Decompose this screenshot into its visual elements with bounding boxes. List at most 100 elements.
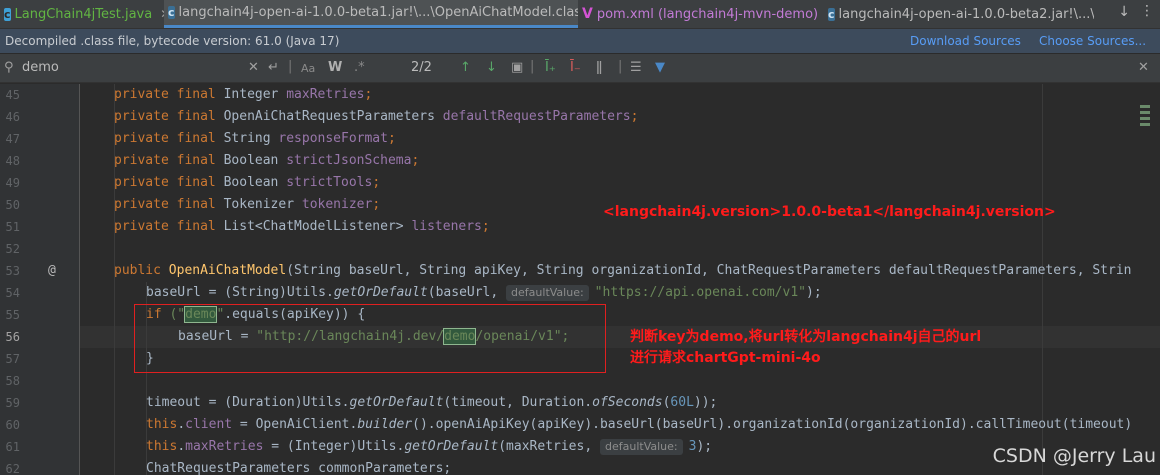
filter-options-icon[interactable]: ☰ xyxy=(630,60,642,75)
line-number: 62 xyxy=(5,462,20,475)
new-line-icon[interactable]: ↵ xyxy=(268,60,279,75)
tab-pom-xml[interactable]: V pom.xml (langchain4j-mvn-demo) ✕ xyxy=(578,0,824,28)
code-editor[interactable]: private final Integer maxRetries; privat… xyxy=(80,84,1160,475)
token-type: OpenAiChatRequestParameters xyxy=(223,109,443,124)
error-stripe-mark[interactable] xyxy=(1140,123,1150,126)
tab-list-dropdown-icon[interactable]: ↓ xyxy=(1118,4,1130,20)
error-stripe-mark[interactable] xyxy=(1140,111,1150,114)
download-sources-link[interactable]: Download Sources xyxy=(910,34,1021,48)
token-field: strictTools xyxy=(286,175,373,190)
note-annotation-line1: 判断key为demo,将url转化为langchain4j自己的url xyxy=(630,329,982,345)
line-number: 45 xyxy=(5,88,20,102)
token-punct: ; xyxy=(372,197,381,212)
find-in-selection-icon[interactable]: ▣ xyxy=(511,60,523,75)
code-line: baseUrl = (String)Utils.getOrDefault(bas… xyxy=(146,282,822,304)
token-text: . xyxy=(177,439,186,454)
token-keyword: final xyxy=(176,175,224,190)
token-type: List<ChatModelListener> xyxy=(223,219,412,234)
token-static-method: ofSeconds xyxy=(592,395,663,410)
token-punct: ; xyxy=(387,131,396,146)
token-keyword: final xyxy=(176,131,224,146)
select-all-occurrences-icon[interactable]: ǁ xyxy=(596,60,602,75)
token-field: client xyxy=(185,417,233,432)
add-selection-icon[interactable]: Ī₊ xyxy=(545,60,556,75)
token-punct: ; xyxy=(364,87,373,102)
line-number: 49 xyxy=(5,176,20,190)
regex-toggle[interactable]: .* xyxy=(354,60,365,75)
editor-tab-bar: c LangChain4jTest.java ✕ c langchain4j-o… xyxy=(0,0,1160,29)
token-text: timeout = (Duration)Utils. xyxy=(146,395,350,410)
parameter-hint: defaultValue: xyxy=(506,285,589,301)
token-field: listeners xyxy=(411,219,482,234)
token-static-method: getOrDefault xyxy=(349,395,444,410)
close-find-bar-icon[interactable]: ✕ xyxy=(1138,60,1149,75)
token-punct: ; xyxy=(411,153,420,168)
line-number: 53 xyxy=(5,264,20,278)
choose-sources-link[interactable]: Choose Sources... xyxy=(1039,34,1146,48)
next-occurrence-icon[interactable]: ↓ xyxy=(486,60,497,75)
token-keyword: private xyxy=(114,87,177,102)
token-field: strictJsonSchema xyxy=(286,153,412,168)
token-text: ChatRequestParameters commonParameters; xyxy=(146,461,452,475)
token-text: . xyxy=(177,417,186,432)
match-counter: 2/2 xyxy=(411,60,432,75)
code-line: private final Boolean strictJsonSchema; xyxy=(114,150,419,172)
tab-openai-beta2-class[interactable]: c langchain4j-open-ai-1.0.0-beta2.jar!\.… xyxy=(824,0,1094,28)
override-marker-icon[interactable]: @ xyxy=(48,260,56,282)
search-icon[interactable]: ⚲ xyxy=(4,60,14,75)
code-line: public OpenAiChatModel(String baseUrl, S… xyxy=(114,260,1131,282)
token-static-method: getOrDefault xyxy=(404,439,499,454)
search-input[interactable]: demo xyxy=(22,60,59,75)
match-case-toggle[interactable]: Aa xyxy=(301,62,315,75)
token-keyword: private xyxy=(114,131,177,146)
token-keyword: final xyxy=(176,219,224,234)
version-annotation: <langchain4j.version>1.0.0-beta1</langch… xyxy=(603,204,1056,220)
line-number: 46 xyxy=(5,110,20,124)
editor-gutter: 45 46 47 48 49 50 51 52 53 54 55 56 57 5… xyxy=(0,84,80,475)
tab-openaichatmodel-class[interactable]: c langchain4j-open-ai-1.0.0-beta1.jar!\.… xyxy=(164,0,578,28)
token-text: )); xyxy=(693,395,718,410)
separator: | xyxy=(618,59,623,74)
token-punct: ; xyxy=(372,175,381,190)
error-stripe-mark[interactable] xyxy=(1140,117,1150,120)
token-keyword: final xyxy=(176,87,224,102)
previous-occurrence-icon[interactable]: ↑ xyxy=(460,60,471,75)
token-text: ); xyxy=(696,439,713,454)
code-line: private final OpenAiChatRequestParameter… xyxy=(114,106,638,128)
tab-langchain4jtest[interactable]: c LangChain4jTest.java ✕ xyxy=(0,0,164,28)
token-keyword: private xyxy=(114,219,177,234)
token-static-method: builder xyxy=(357,417,413,432)
token-field: tokenizer xyxy=(301,197,373,212)
words-toggle[interactable]: W xyxy=(328,60,342,75)
filter-icon[interactable]: ▼ xyxy=(655,60,665,75)
code-line: timeout = (Duration)Utils.getOrDefault(t… xyxy=(146,392,717,414)
class-file-icon: c xyxy=(828,7,835,21)
tab-label: langchain4j-open-ai-1.0.0-beta1.jar!\...… xyxy=(178,5,578,20)
line-number: 58 xyxy=(5,374,20,388)
note-annotation-line2: 进行请求chartGpt-mini-4o xyxy=(630,350,821,366)
code-line: this.maxRetries = (Integer)Utils.getOrDe… xyxy=(146,436,712,458)
maven-icon: V xyxy=(582,6,593,22)
token-text: ); xyxy=(806,285,822,300)
code-line: private final Integer maxRetries; xyxy=(114,84,372,106)
clear-icon[interactable]: ✕ xyxy=(248,60,259,75)
code-line: this.client = OpenAiClient.builder().ope… xyxy=(146,414,1132,436)
code-line: private final Boolean strictTools; xyxy=(114,172,380,194)
line-number: 61 xyxy=(5,440,20,454)
token-method: OpenAiChatModel xyxy=(168,263,287,278)
token-params: (String baseUrl, String apiKey, String o… xyxy=(286,263,1132,278)
token-punct: ; xyxy=(630,109,639,124)
token-keyword: public xyxy=(114,263,169,278)
line-number: 56 xyxy=(5,330,20,344)
token-text: = OpenAiClient. xyxy=(232,417,358,432)
line-number: 59 xyxy=(5,396,20,410)
java-file-icon: c xyxy=(4,7,11,21)
more-options-icon[interactable]: ⋮ xyxy=(1140,3,1154,19)
token-keyword: final xyxy=(176,197,224,212)
line-number: 60 xyxy=(5,418,20,432)
error-stripe-mark[interactable] xyxy=(1140,105,1150,108)
token-keyword: private xyxy=(114,153,177,168)
tab-label: pom.xml (langchain4j-mvn-demo) xyxy=(596,6,819,22)
watermark: CSDN @Jerry Lau xyxy=(992,445,1156,467)
remove-selection-icon[interactable]: Ī₋ xyxy=(570,60,581,75)
